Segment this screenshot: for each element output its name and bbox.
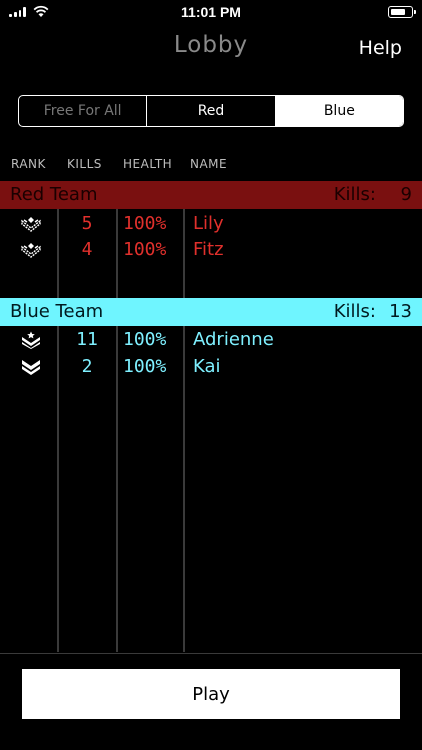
column-headers: RANK KILLS HEALTH NAME: [0, 157, 422, 173]
tab-blue[interactable]: Blue: [275, 96, 403, 126]
player-name: Fitz: [193, 239, 224, 260]
team-name: Red Team: [10, 184, 98, 205]
team-kills-count: 13: [389, 301, 412, 322]
red-team-header: Red Team Kills: 9: [0, 181, 422, 209]
player-row[interactable]: 4 100% Fitz: [0, 237, 422, 263]
player-row[interactable]: 5 100% Lily: [0, 211, 422, 237]
play-button[interactable]: Play: [22, 669, 400, 719]
team-kills-label: Kills:: [333, 184, 376, 205]
help-button[interactable]: Help: [359, 37, 402, 59]
player-kills: 11: [76, 329, 98, 350]
status-bar: 11:01 PM: [0, 0, 422, 24]
player-name: Kai: [193, 356, 221, 377]
rank-star-chevrons-icon: [22, 331, 40, 349]
player-name: Lily: [193, 213, 224, 234]
player-row[interactable]: 2 100% Kai: [0, 354, 422, 380]
rank-chevron-wings-icon: [21, 243, 41, 258]
column-header-kills: KILLS: [67, 157, 102, 171]
tab-red[interactable]: Red: [147, 96, 276, 126]
player-health: 100%: [123, 356, 167, 377]
player-health: 100%: [123, 213, 167, 234]
column-divider: [57, 208, 59, 652]
column-divider: [116, 208, 118, 652]
footer-divider: [0, 653, 422, 654]
battery-icon: [388, 6, 416, 18]
player-health: 100%: [123, 239, 167, 260]
team-kills-label: Kills:: [333, 301, 376, 322]
team-filter-segmented-control: Free For All Red Blue: [18, 95, 404, 127]
player-kills: 2: [81, 356, 93, 377]
blue-team-header: Blue Team Kills: 13: [0, 298, 422, 326]
rank-double-chevron-icon: [22, 360, 40, 375]
tab-free-for-all[interactable]: Free For All: [19, 96, 148, 126]
team-name: Blue Team: [10, 301, 104, 322]
player-health: 100%: [123, 329, 167, 350]
player-name: Adrienne: [193, 329, 274, 350]
player-kills: 4: [81, 239, 93, 260]
team-kills-count: 9: [400, 184, 412, 205]
column-header-health: HEALTH: [123, 157, 173, 171]
home-indicator: [0, 736, 422, 750]
column-header-rank: RANK: [11, 157, 46, 171]
status-time: 11:01 PM: [181, 4, 241, 20]
rank-chevron-wings-icon: [21, 217, 41, 232]
column-header-name: NAME: [190, 157, 228, 171]
player-kills: 5: [81, 213, 93, 234]
column-divider: [183, 208, 185, 652]
player-row[interactable]: 11 100% Adrienne: [0, 327, 422, 353]
